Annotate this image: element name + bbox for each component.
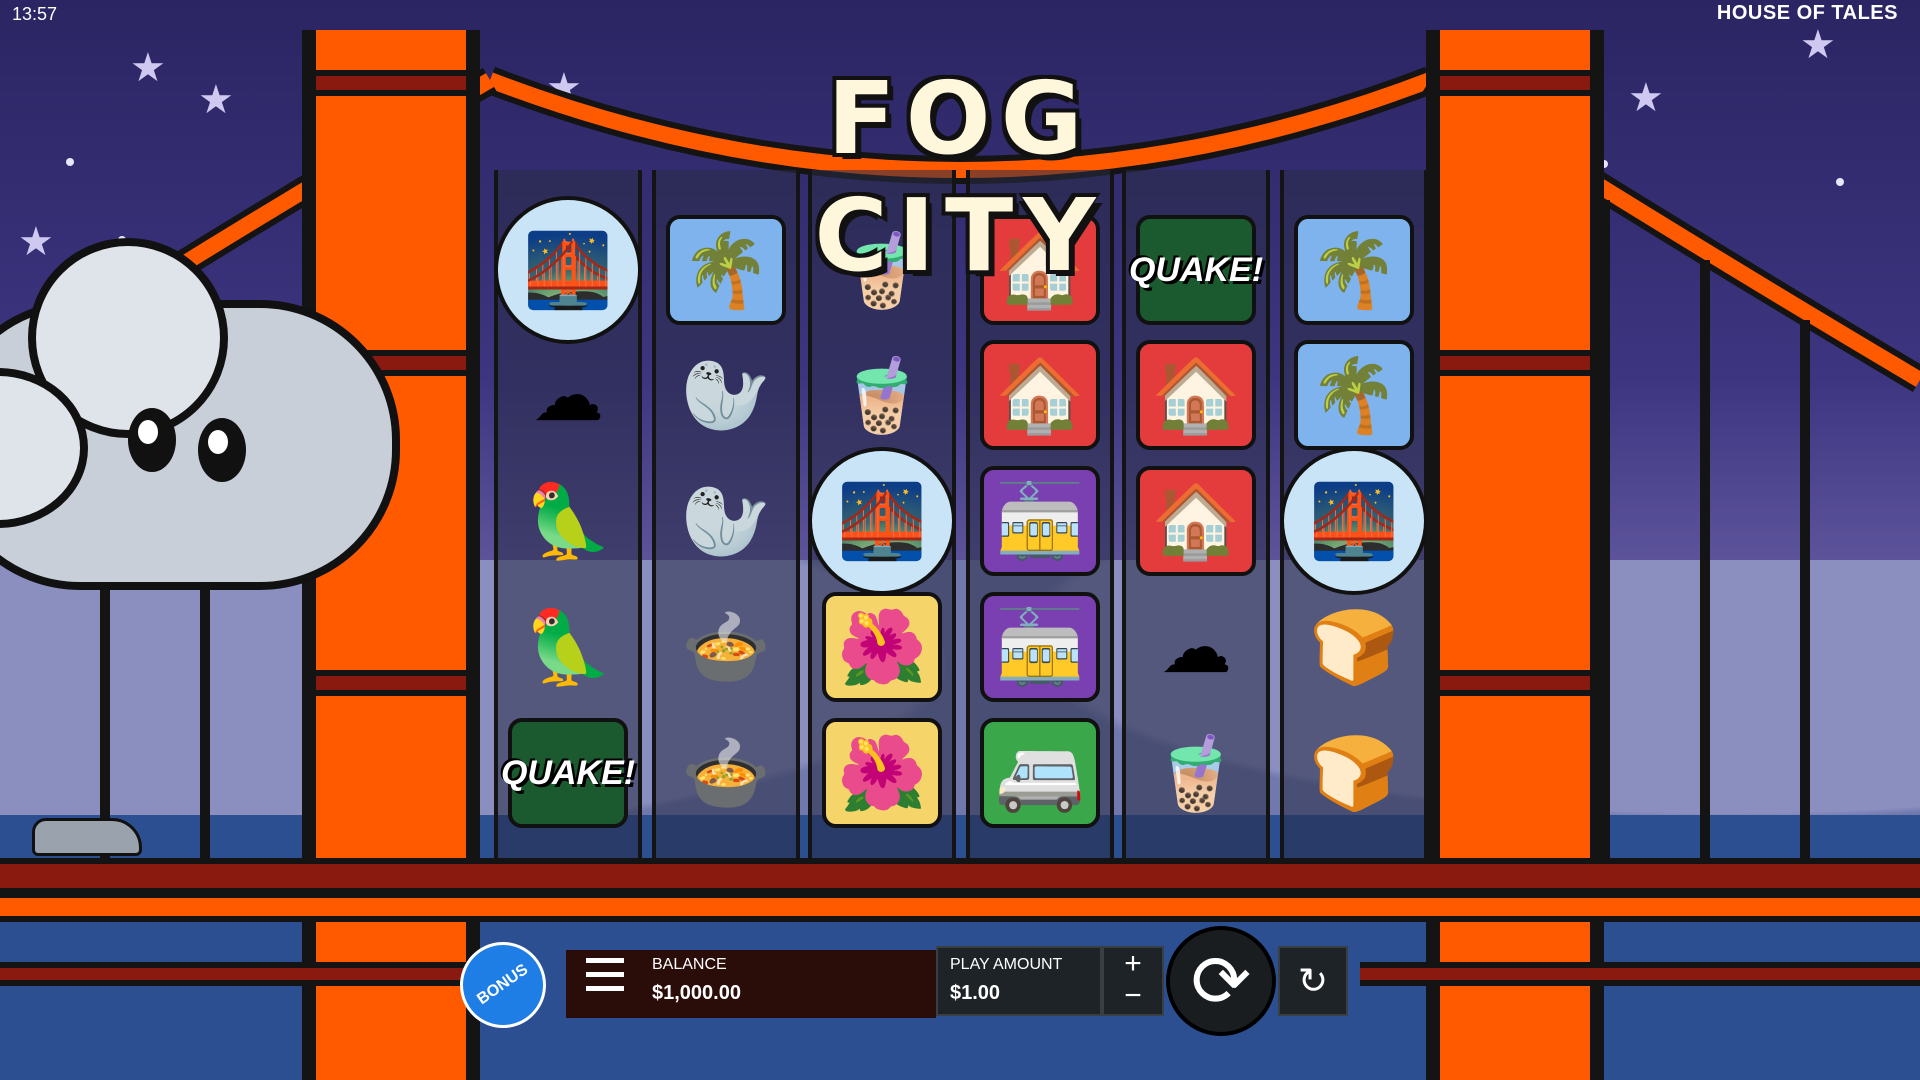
bridge-symbol-icon: 🌉 <box>494 196 642 344</box>
play-amount-label: PLAY AMOUNT <box>950 956 1063 973</box>
menu-button[interactable] <box>586 958 624 994</box>
spin-button[interactable]: ⟳ <box>1166 926 1276 1036</box>
play-amount-panel: PLAY AMOUNT $1.00 <box>936 946 1102 1016</box>
bridge-symbol-icon: 🌉 <box>808 447 956 595</box>
fog-cloud-mascot <box>0 238 400 590</box>
balance-label: BALANCE <box>652 956 727 973</box>
bet-adjust-panel: + − <box>1102 946 1164 1016</box>
parrot-symbol-icon: 🦜 <box>523 607 613 688</box>
bread-symbol-icon: 🍞 <box>1309 607 1399 688</box>
provider-logo: HOUSE OF TALES <box>1716 2 1898 24</box>
bridge-truss <box>1360 962 1920 986</box>
bridge-deck <box>0 858 1920 894</box>
car-icon <box>32 818 142 856</box>
trolley-symbol-icon: 🚋 <box>980 466 1100 576</box>
bridge-truss <box>0 962 470 986</box>
play-amount-value: $1.00 <box>950 982 1001 1004</box>
autoplay-icon: ↻ <box>1297 960 1329 1001</box>
cloud-eye-right <box>198 418 246 482</box>
game-title: FOG CITY <box>814 60 1106 294</box>
increase-bet-button[interactable]: + <box>1104 948 1162 980</box>
autoplay-button[interactable]: ↻ <box>1278 946 1348 1016</box>
balance-value: $1,000.00 <box>652 982 741 1004</box>
decrease-bet-button[interactable]: − <box>1104 980 1162 1012</box>
menu-icon <box>586 958 624 963</box>
quake-symbol-icon: QUAKE! <box>501 718 635 828</box>
seal-symbol-icon: 🦭 <box>681 481 771 562</box>
yellow-cloud-symbol-icon: ☁ <box>1160 608 1232 688</box>
soup-symbol-icon: 🍲 <box>681 733 771 814</box>
palm-symbol-icon: 🌴 <box>1294 340 1414 450</box>
house-symbol-icon: 🏠 <box>980 340 1100 450</box>
bridge-hanger <box>1800 320 1810 860</box>
cloud-symbol-icon: ☁ <box>532 356 604 436</box>
cloud-eye-left <box>128 408 176 472</box>
quake-symbol-text: QUAKE! <box>500 753 636 792</box>
van-symbol-icon: 🚐 <box>980 718 1100 828</box>
trolley-symbol-icon: 🚋 <box>980 592 1100 702</box>
house-symbol-icon: 🏠 <box>1136 340 1256 450</box>
boba-symbol-icon: 🧋 <box>1151 733 1241 814</box>
bridge-deck-lower <box>0 892 1920 922</box>
flowers-symbol-icon: 🌺 <box>822 592 942 702</box>
palm-symbol-icon: 🌴 <box>1294 215 1414 325</box>
bread-symbol-icon: 🍞 <box>1309 733 1399 814</box>
bridge-hanger <box>1700 260 1710 860</box>
bridge-tower-right <box>1426 30 1604 1080</box>
soup-symbol-icon: 🍲 <box>681 607 771 688</box>
flowers-symbol-icon: 🌺 <box>822 718 942 828</box>
clock: 13:57 <box>12 4 58 24</box>
house-symbol-icon: 🏠 <box>1136 466 1256 576</box>
boba-symbol-icon: 🧋 <box>837 355 927 436</box>
bridge-symbol-icon: 🌉 <box>1280 447 1428 595</box>
spin-icon: ⟳ <box>1190 942 1252 1022</box>
parrot-symbol-icon: 🦜 <box>523 481 613 562</box>
seal-symbol-icon: 🦭 <box>681 355 771 436</box>
